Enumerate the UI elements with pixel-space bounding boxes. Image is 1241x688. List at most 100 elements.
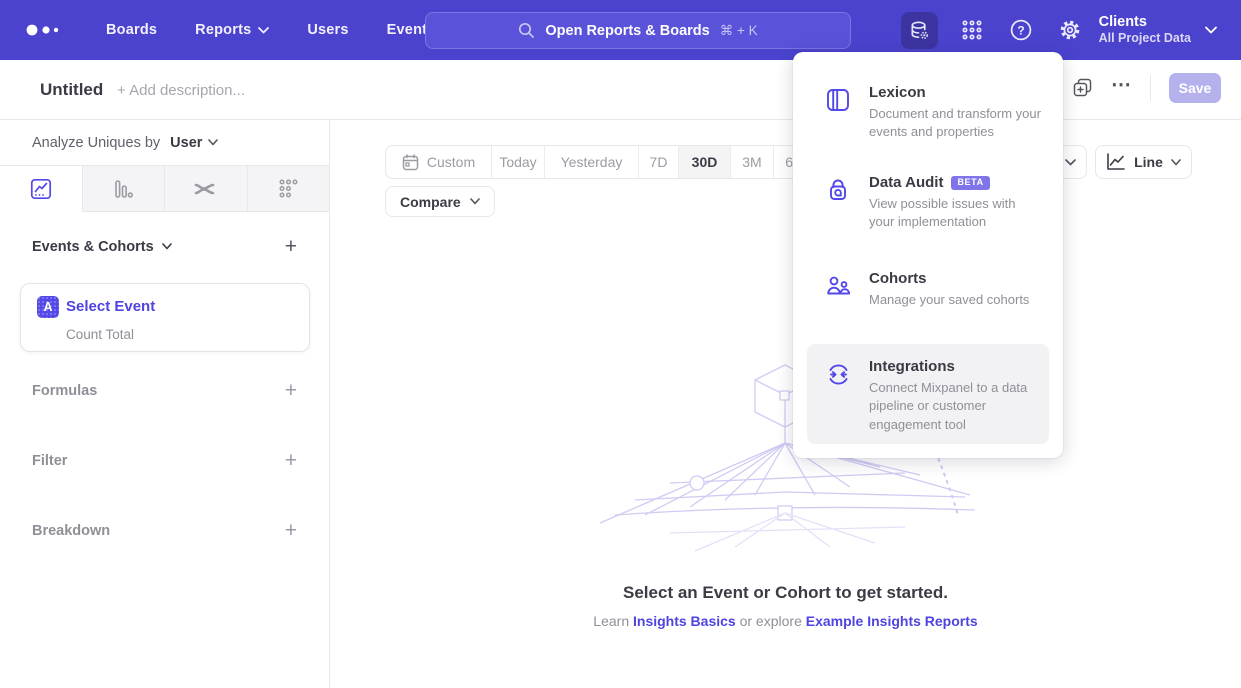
duplicate-icon[interactable] [1073, 78, 1093, 98]
filter-section: Filter + [0, 450, 329, 471]
empty-state-prefix: Learn [593, 613, 629, 629]
date-range-label: Custom [427, 154, 475, 170]
empty-state-links: Learn Insights Basics or explore Example… [330, 613, 1241, 629]
help-button[interactable]: ? [1003, 12, 1040, 49]
menu-item-integrations[interactable]: Integrations Connect Mixpanel to a data … [807, 344, 1049, 444]
tab-retention-grid[interactable] [248, 166, 330, 211]
chevron-down-icon [1171, 159, 1181, 166]
date-range-label: Today [499, 154, 536, 170]
add-event-button[interactable]: + [285, 236, 297, 257]
chevron-down-icon [162, 243, 172, 250]
event-series-badge: A [37, 296, 59, 318]
date-range-label: 30D [692, 154, 718, 170]
help-icon: ? [1009, 18, 1033, 42]
breakdown-label: Breakdown [32, 523, 110, 539]
example-reports-link[interactable]: Example Insights Reports [806, 613, 978, 629]
bar-chart-tab-icon [111, 177, 135, 201]
date-range-today[interactable]: Today [492, 146, 545, 178]
add-filter-button[interactable]: + [285, 450, 297, 471]
dot-grid-tab-icon [276, 177, 300, 201]
events-cohorts-header: Events & Cohorts + [0, 236, 329, 257]
apps-grid-icon [960, 18, 984, 42]
empty-state-title: Select an Event or Cohort to get started… [330, 583, 1241, 603]
nav-item-label: Boards [106, 22, 157, 38]
date-range-3m[interactable]: 3M [731, 146, 774, 178]
more-options-button[interactable]: ⋯ [1111, 75, 1132, 101]
audit-magnifier-icon [825, 177, 851, 203]
tab-line-chart[interactable] [0, 166, 83, 212]
date-range-custom[interactable]: Custom [386, 146, 492, 178]
save-button[interactable]: Save [1169, 73, 1221, 103]
chart-type-dropdown[interactable]: Line [1095, 145, 1192, 179]
svg-text:?: ? [1017, 23, 1024, 37]
calendar-icon [402, 154, 419, 171]
menu-item-description: Connect Mixpanel to a data pipeline or c… [869, 379, 1044, 434]
lexicon-book-icon [825, 87, 851, 113]
chevron-down-icon [1205, 26, 1217, 34]
add-formula-button[interactable]: + [285, 380, 297, 401]
menu-item-title: Lexicon [869, 84, 926, 101]
menu-item-lexicon[interactable]: Lexicon Document and transform your even… [807, 84, 1049, 170]
project-scope: All Project Data [1099, 31, 1191, 47]
chart-type-tabs [0, 166, 329, 212]
nav-item-reports[interactable]: Reports [195, 22, 269, 38]
chevron-down-icon [208, 139, 218, 146]
event-card[interactable]: A Select Event Count Total [20, 283, 310, 352]
tab-bar-chart[interactable] [83, 166, 166, 211]
compare-button[interactable]: Compare [385, 186, 495, 217]
project-name: Clients [1099, 13, 1191, 31]
date-range-7d[interactable]: 7D [639, 146, 679, 178]
chevron-down-icon [470, 198, 480, 205]
date-range-yesterday[interactable]: Yesterday [545, 146, 639, 178]
nav-item-label: Users [307, 22, 348, 38]
nav-links: Boards Reports Users Events [106, 22, 435, 38]
divider [1150, 75, 1151, 101]
date-range-label: 3M [742, 154, 761, 170]
line-chart-tab-icon [29, 177, 53, 201]
empty-state-middle: or explore [740, 613, 802, 629]
analyze-value-dropdown[interactable]: User [170, 135, 218, 151]
data-management-menu: Lexicon Document and transform your even… [793, 52, 1063, 458]
menu-item-title: Integrations [869, 358, 955, 375]
insights-basics-link[interactable]: Insights Basics [633, 613, 736, 629]
formulas-section: Formulas + [0, 380, 329, 401]
cohorts-users-icon [825, 273, 852, 299]
mixpanel-logo-icon[interactable] [24, 22, 72, 38]
nav-item-boards[interactable]: Boards [106, 22, 157, 38]
report-title[interactable]: Untitled [40, 80, 103, 100]
search-icon [518, 22, 535, 39]
settings-button[interactable] [1052, 12, 1089, 49]
integrations-sync-icon [825, 361, 852, 388]
nav-item-label: Reports [195, 22, 251, 38]
line-chart-icon [1106, 153, 1126, 171]
tab-flow-chart[interactable] [165, 166, 248, 211]
add-breakdown-button[interactable]: + [285, 520, 297, 541]
date-range-30d[interactable]: 30D [679, 146, 731, 178]
global-search-input[interactable]: Open Reports & Boards ⌘ + K [425, 12, 851, 49]
top-nav: Boards Reports Users Events Open Reports… [0, 0, 1241, 60]
breakdown-section: Breakdown + [0, 520, 329, 541]
menu-item-data-audit[interactable]: Data Audit BETA View possible issues wit… [807, 174, 1049, 268]
events-cohorts-label: Events & Cohorts [32, 239, 154, 255]
select-event-label[interactable]: Select Event [66, 298, 155, 315]
apps-grid-button[interactable] [954, 12, 991, 49]
report-description-input[interactable]: + Add description... [117, 82, 245, 99]
nav-item-users[interactable]: Users [307, 22, 348, 38]
menu-item-cohorts[interactable]: Cohorts Manage your saved cohorts [807, 270, 1049, 340]
app-frame: Boards Reports Users Events Open Reports… [0, 0, 1241, 688]
data-management-button[interactable] [901, 12, 938, 49]
events-cohorts-toggle[interactable]: Events & Cohorts [32, 239, 172, 255]
query-builder-sidebar: Analyze Uniques by User [0, 120, 330, 688]
project-selector[interactable]: Clients All Project Data [1099, 13, 1217, 47]
count-total-label[interactable]: Count Total [66, 327, 134, 342]
date-range-label: Yesterday [561, 154, 623, 170]
chevron-down-icon [258, 27, 269, 34]
analyze-uniques-row: Analyze Uniques by User [0, 120, 329, 166]
nav-right-actions: ? Clients All Project Data [901, 0, 1241, 60]
compare-label: Compare [400, 194, 461, 210]
search-placeholder: Open Reports & Boards [545, 23, 709, 39]
menu-item-description: View possible issues with your implement… [869, 195, 1044, 232]
settings-gear-icon [1058, 18, 1082, 42]
chevron-down-icon [1065, 159, 1076, 166]
analyze-label: Analyze Uniques by [32, 135, 160, 151]
